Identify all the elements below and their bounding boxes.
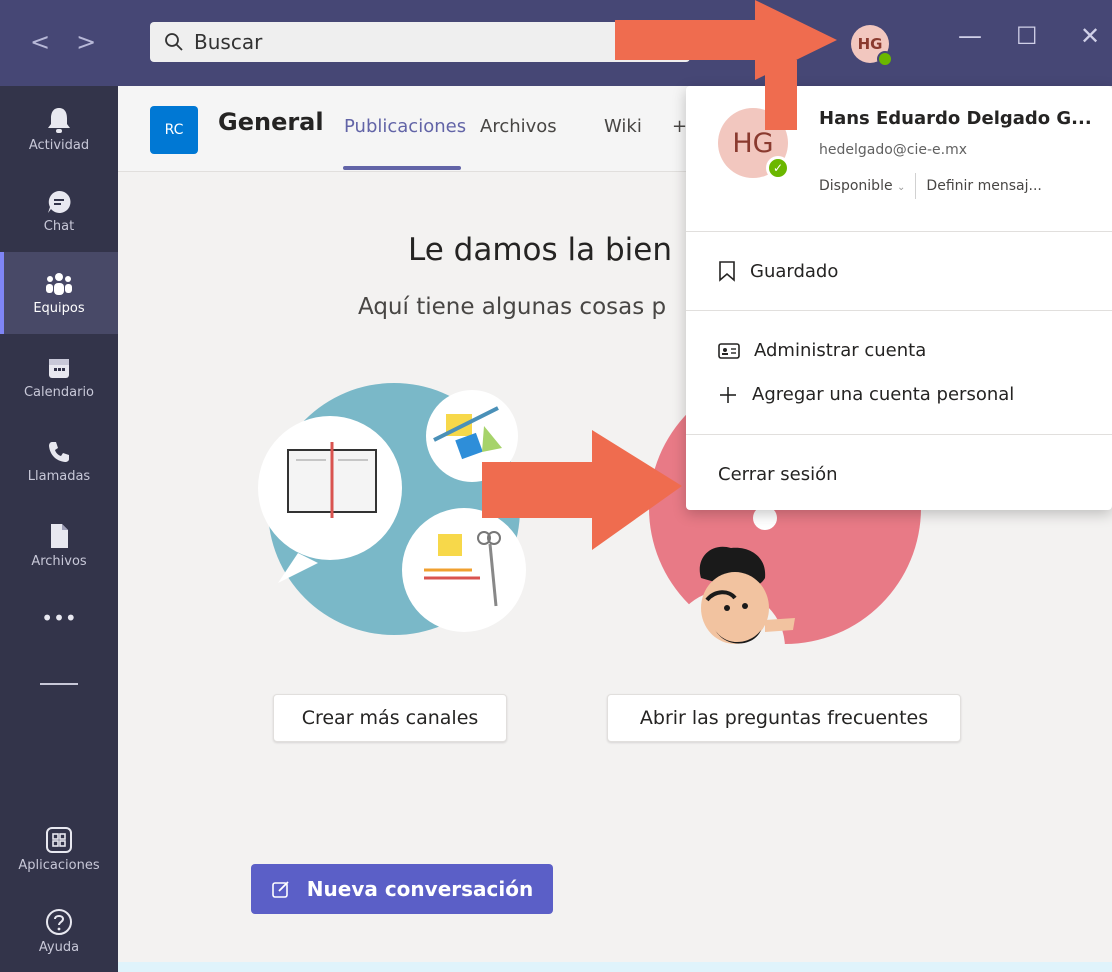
minimize-button[interactable]: — bbox=[958, 22, 982, 50]
id-card-icon bbox=[718, 342, 740, 359]
profile-menu: HG ✓ Hans Eduardo Delgado G... hedelgado… bbox=[686, 86, 1112, 510]
compose-icon bbox=[271, 881, 289, 898]
rail-item-calendar[interactable]: Calendario bbox=[0, 336, 118, 418]
rail-label: Actividad bbox=[28, 137, 90, 153]
back-button[interactable]: < bbox=[30, 28, 76, 56]
profile-email: hedelgado@cie-e.mx bbox=[819, 142, 968, 158]
bell-icon bbox=[48, 107, 70, 133]
add-personal-account-label: Agregar una cuenta personal bbox=[752, 384, 1015, 405]
file-icon bbox=[51, 523, 68, 548]
active-tab-indicator bbox=[343, 166, 461, 170]
saved-label: Guardado bbox=[750, 260, 839, 282]
phone-icon bbox=[49, 441, 69, 462]
tab-posts[interactable]: Publicaciones bbox=[344, 116, 466, 137]
menu-divider bbox=[686, 310, 1112, 311]
history-nav: <> bbox=[30, 28, 122, 56]
maximize-button[interactable]: ☐ bbox=[1016, 22, 1038, 50]
manage-account-label: Administrar cuenta bbox=[754, 340, 927, 361]
open-faq-button[interactable]: Abrir las preguntas frecuentes bbox=[607, 694, 961, 742]
profile-initials: HG bbox=[732, 127, 774, 159]
saved-menu-item[interactable]: Guardado bbox=[718, 260, 838, 282]
help-icon bbox=[46, 908, 72, 935]
menu-divider bbox=[686, 231, 1112, 232]
profile-name: Hans Eduardo Delgado G... bbox=[819, 108, 1092, 129]
rail-item-files[interactable]: Archivos bbox=[0, 504, 118, 586]
calendar-icon bbox=[49, 358, 69, 378]
title-bar: <> Buscar HG — ☐ ✕ bbox=[0, 0, 1112, 86]
sign-out-menu-item[interactable]: Cerrar sesión bbox=[718, 464, 838, 485]
app-bar: Actividad Chat Equipos Calendario Llamad… bbox=[0, 86, 118, 972]
presence-available-icon bbox=[877, 51, 893, 67]
team-avatar: RC bbox=[150, 106, 198, 154]
chevron-down-icon: ⌄ bbox=[897, 182, 906, 193]
status-dropdown[interactable]: Disponible ⌄ bbox=[819, 178, 905, 194]
set-status-message-button[interactable]: Definir mensaj... bbox=[926, 178, 1041, 194]
bottom-strip bbox=[118, 962, 1112, 972]
rail-label: Chat bbox=[43, 218, 75, 234]
forward-button[interactable]: > bbox=[76, 28, 122, 56]
rail-label: Llamadas bbox=[27, 468, 91, 484]
annotation-arrow-right bbox=[615, 0, 837, 130]
rail-divider bbox=[40, 683, 78, 685]
rail-label: Calendario bbox=[23, 384, 95, 400]
apps-icon bbox=[46, 826, 72, 853]
status-separator bbox=[915, 173, 917, 199]
more-apps-button[interactable]: ••• bbox=[0, 598, 118, 638]
chat-icon bbox=[48, 190, 71, 213]
rail-item-help[interactable]: Ayuda bbox=[0, 890, 118, 972]
welcome-subtitle: Aquí tiene algunas cosas p bbox=[358, 294, 667, 320]
rail-label: Aplicaciones bbox=[18, 857, 100, 873]
teams-icon bbox=[46, 272, 72, 295]
search-box[interactable]: Buscar bbox=[150, 22, 690, 62]
rail-label: Archivos bbox=[31, 553, 87, 569]
welcome-title: Le damos la bien bbox=[408, 232, 672, 268]
rail-item-apps[interactable]: Aplicaciones bbox=[0, 808, 118, 890]
plus-icon bbox=[720, 386, 736, 403]
rail-label: Ayuda bbox=[38, 939, 80, 955]
status-label: Disponible bbox=[819, 178, 893, 194]
avatar-initials: HG bbox=[857, 35, 883, 53]
create-channels-button[interactable]: Crear más canales bbox=[273, 694, 507, 742]
search-icon bbox=[165, 33, 183, 51]
status-row: Disponible ⌄ Definir mensaj... bbox=[819, 172, 1042, 200]
new-conversation-label: Nueva conversación bbox=[306, 877, 534, 901]
rail-label: Equipos bbox=[33, 300, 85, 316]
annotation-arrow-left-up bbox=[482, 430, 682, 550]
bookmark-icon bbox=[719, 261, 735, 282]
rail-item-activity[interactable]: Actividad bbox=[0, 88, 118, 170]
close-button[interactable]: ✕ bbox=[1080, 22, 1100, 50]
tab-files[interactable]: Archivos bbox=[480, 116, 557, 137]
add-personal-account-menu-item[interactable]: Agregar una cuenta personal bbox=[718, 384, 1014, 405]
rail-item-chat[interactable]: Chat bbox=[0, 170, 118, 252]
manage-account-menu-item[interactable]: Administrar cuenta bbox=[718, 340, 926, 361]
presence-available-icon: ✓ bbox=[766, 156, 790, 180]
rail-item-calls[interactable]: Llamadas bbox=[0, 420, 118, 502]
rail-item-teams[interactable]: Equipos bbox=[0, 252, 118, 334]
channel-title: General bbox=[218, 108, 324, 136]
new-conversation-button[interactable]: Nueva conversación bbox=[251, 864, 553, 914]
menu-divider bbox=[686, 434, 1112, 435]
profile-avatar-button[interactable]: HG bbox=[851, 25, 893, 67]
search-placeholder: Buscar bbox=[194, 30, 263, 54]
